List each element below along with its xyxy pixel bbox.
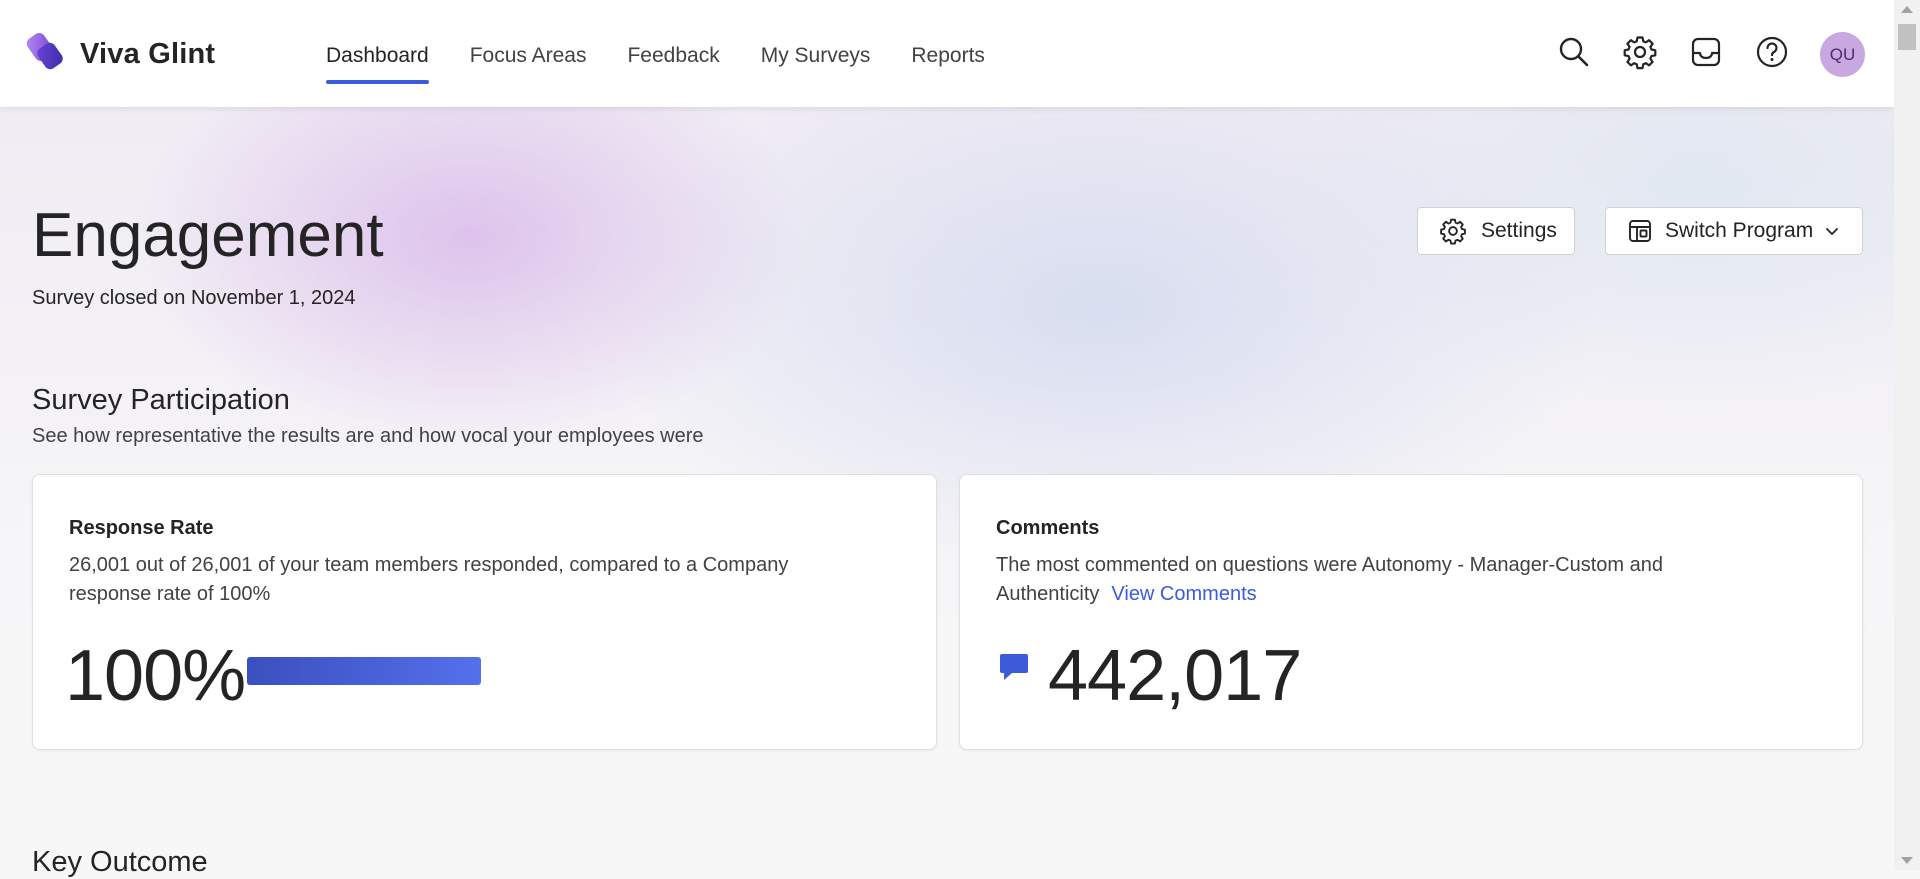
comments-description-line: The most commented on questions were Aut…	[996, 554, 1663, 576]
comments-description-text: Authenticity	[996, 583, 1100, 605]
section-title-key-outcome: Key Outcome	[32, 846, 208, 878]
nav-reports[interactable]: Reports	[911, 44, 985, 84]
app-brand-name: Viva Glint	[80, 38, 216, 70]
comments-card: Comments The most commented on questions…	[959, 474, 1863, 750]
settings-button-label: Settings	[1481, 219, 1557, 242]
page-title: Engagement	[32, 201, 384, 270]
help-icon[interactable]	[1754, 34, 1790, 70]
page-scrollbar[interactable]	[1894, 0, 1920, 870]
section-subtitle-survey-participation: See how representative the results are a…	[32, 425, 704, 447]
response-rate-progress-fill	[247, 657, 481, 685]
switch-program-button[interactable]: Switch Program	[1605, 207, 1863, 255]
gear-icon	[1440, 218, 1466, 245]
gear-icon[interactable]	[1622, 34, 1658, 70]
comment-icon	[1000, 654, 1028, 680]
comments-count-value: 442,017	[1048, 636, 1302, 716]
scroll-up-arrow-icon[interactable]	[1901, 6, 1913, 13]
user-avatar[interactable]: QU	[1820, 32, 1865, 77]
scroll-down-arrow-icon[interactable]	[1901, 857, 1913, 864]
switch-program-label: Switch Program	[1665, 219, 1814, 242]
nav-feedback[interactable]: Feedback	[627, 44, 719, 84]
scroll-thumb[interactable]	[1898, 24, 1916, 50]
response-rate-card: Response Rate 26,001 out of 26,001 of yo…	[32, 474, 937, 750]
nav-my-surveys[interactable]: My Surveys	[761, 44, 871, 84]
chevron-down-icon	[1826, 228, 1839, 235]
response-rate-description-line: 26,001 out of 26,001 of your team member…	[69, 554, 789, 576]
comments-description: The most commented on questions were Aut…	[996, 551, 1663, 609]
survey-closed-date: Survey closed on November 1, 2024	[32, 287, 356, 309]
search-icon[interactable]	[1556, 34, 1592, 70]
nav-dashboard[interactable]: Dashboard	[326, 44, 429, 84]
viva-glint-logo-icon	[26, 32, 63, 70]
main-nav: Dashboard Focus Areas Feedback My Survey…	[326, 44, 1026, 84]
view-comments-link[interactable]: View Comments	[1111, 583, 1256, 605]
response-rate-progress-bar	[247, 657, 481, 685]
response-rate-title: Response Rate	[69, 517, 214, 539]
response-rate-description-line: response rate of 100%	[69, 583, 271, 605]
response-rate-description: 26,001 out of 26,001 of your team member…	[69, 551, 788, 609]
comments-title: Comments	[996, 517, 1100, 539]
section-title-survey-participation: Survey Participation	[32, 384, 290, 416]
inbox-icon[interactable]	[1688, 34, 1724, 70]
program-switch-icon	[1629, 220, 1651, 242]
response-rate-value: 100%	[65, 636, 246, 716]
comments-description-line: Authenticity View Comments	[996, 580, 1663, 609]
settings-button[interactable]: Settings	[1417, 207, 1575, 255]
nav-focus-areas[interactable]: Focus Areas	[470, 44, 587, 84]
top-navigation-bar: Viva Glint Dashboard Focus Areas Feedbac…	[0, 0, 1894, 107]
